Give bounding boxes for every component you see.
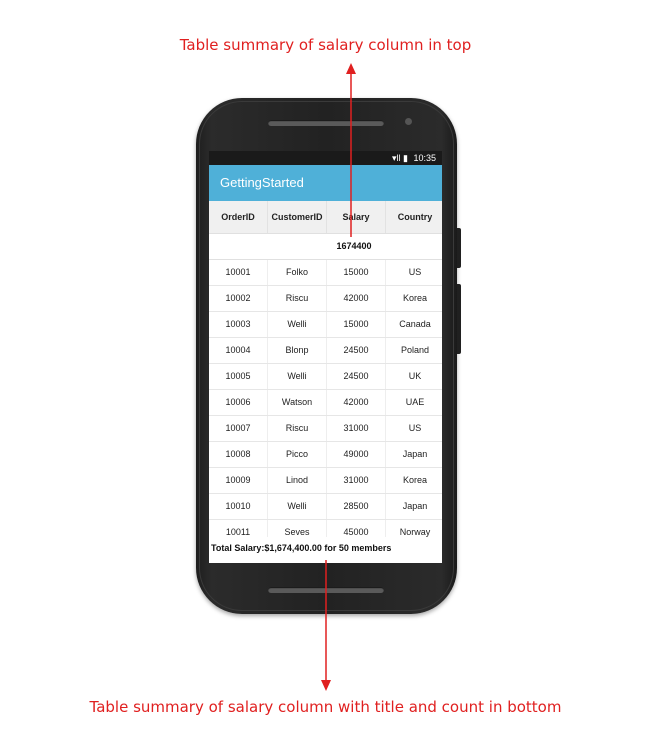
cell-country: Korea	[402, 293, 428, 303]
cell-orderid: 10009	[209, 468, 268, 493]
cell-country: UK	[408, 371, 422, 381]
signal-battery-icons: ▾ll ▮	[391, 153, 408, 163]
top-annotation-text: Table summary of salary column in top	[179, 36, 472, 54]
cell-country: UAE	[405, 397, 425, 407]
table-row[interactable]: 10007 Riscu 31000 US	[209, 416, 442, 442]
app-bar: GettingStarted	[209, 165, 442, 201]
header-country[interactable]: Country	[386, 201, 442, 233]
cell-salary: 15000	[327, 260, 386, 285]
bottom-summary: Total Salary:$1,674,400.00 for 50 member…	[209, 537, 442, 563]
cell-customerid: Picco	[268, 442, 327, 467]
cell-salary: 42000	[327, 286, 386, 311]
table-row[interactable]: 10010 Welli 28500 Japan	[209, 494, 442, 520]
table-row[interactable]: 10001 Folko 15000 US	[209, 260, 442, 286]
cell-orderid: 10001	[209, 260, 268, 285]
cell-country: Japan	[402, 501, 428, 511]
cell-salary: 31000	[327, 416, 386, 441]
table-row[interactable]: 10009 Linod 31000 Korea	[209, 468, 442, 494]
cell-country: Canada	[399, 319, 431, 329]
status-bar: ▾ll ▮ 10:35	[209, 151, 442, 165]
phone-screen: ▾ll ▮ 10:35 GettingStarted OrderID Custo…	[209, 151, 442, 563]
cell-customerid: Blonp	[268, 338, 327, 363]
cell-country: US	[408, 423, 422, 433]
salary-summary-value: 1674400	[336, 241, 372, 251]
table-row[interactable]: 10004 Blonp 24500 Poland	[209, 338, 442, 364]
cell-orderid: 10010	[209, 494, 268, 519]
bottom-annotation-text: Table summary of salary column with titl…	[89, 698, 562, 716]
cell-orderid: 10007	[209, 416, 268, 441]
bottom-arrow-head	[321, 680, 331, 691]
cell-customerid: Riscu	[268, 416, 327, 441]
cell-orderid: 10006	[209, 390, 268, 415]
table-row[interactable]: 10002 Riscu 42000 Korea	[209, 286, 442, 312]
cell-salary: 15000	[327, 312, 386, 337]
table-row[interactable]: 10008 Picco 49000 Japan	[209, 442, 442, 468]
header-salary[interactable]: Salary	[327, 201, 386, 233]
cell-customerid: Riscu	[268, 286, 327, 311]
cell-country: Poland	[400, 345, 430, 355]
cell-customerid: Linod	[268, 468, 327, 493]
table-row[interactable]: 10003 Welli 15000 Canada	[209, 312, 442, 338]
top-summary-row: 1674400	[209, 234, 442, 260]
cell-customerid: Welli	[268, 494, 327, 519]
table-row[interactable]: 10005 Welli 24500 UK	[209, 364, 442, 390]
cell-customerid: Watson	[268, 390, 327, 415]
cell-customerid: Welli	[268, 364, 327, 389]
cell-salary: 42000	[327, 390, 386, 415]
grid-header-row: OrderID CustomerID Salary Country	[209, 201, 442, 234]
grid-body: 10001 Folko 15000 US 10002 Riscu 42000 Korea 100…	[209, 260, 442, 546]
cell-salary: 24500	[327, 338, 386, 363]
status-time: 10:35	[413, 153, 436, 163]
volume-button[interactable]	[457, 228, 461, 268]
cell-salary: 31000	[327, 468, 386, 493]
cell-customerid: Welli	[268, 312, 327, 337]
header-customerid[interactable]: CustomerID	[268, 201, 327, 233]
cell-orderid: 10003	[209, 312, 268, 337]
power-button[interactable]	[457, 284, 461, 354]
cell-orderid: 10004	[209, 338, 268, 363]
cell-customerid: Folko	[268, 260, 327, 285]
cell-country: Japan	[402, 449, 428, 459]
cell-orderid: 10008	[209, 442, 268, 467]
cell-salary: 28500	[327, 494, 386, 519]
earpiece-speaker	[268, 120, 384, 126]
cell-country: US	[408, 267, 422, 277]
cell-orderid: 10005	[209, 364, 268, 389]
cell-country: Korea	[402, 475, 428, 485]
top-arrow-head	[346, 63, 356, 74]
cell-salary: 24500	[327, 364, 386, 389]
bottom-speaker	[268, 587, 384, 593]
cell-salary: 49000	[327, 442, 386, 467]
data-grid: OrderID CustomerID Salary Country 167440…	[209, 201, 442, 546]
header-orderid[interactable]: OrderID	[209, 201, 268, 233]
table-row[interactable]: 10006 Watson 42000 UAE	[209, 390, 442, 416]
app-title: GettingStarted	[220, 175, 304, 190]
cell-orderid: 10002	[209, 286, 268, 311]
front-camera	[405, 118, 412, 125]
